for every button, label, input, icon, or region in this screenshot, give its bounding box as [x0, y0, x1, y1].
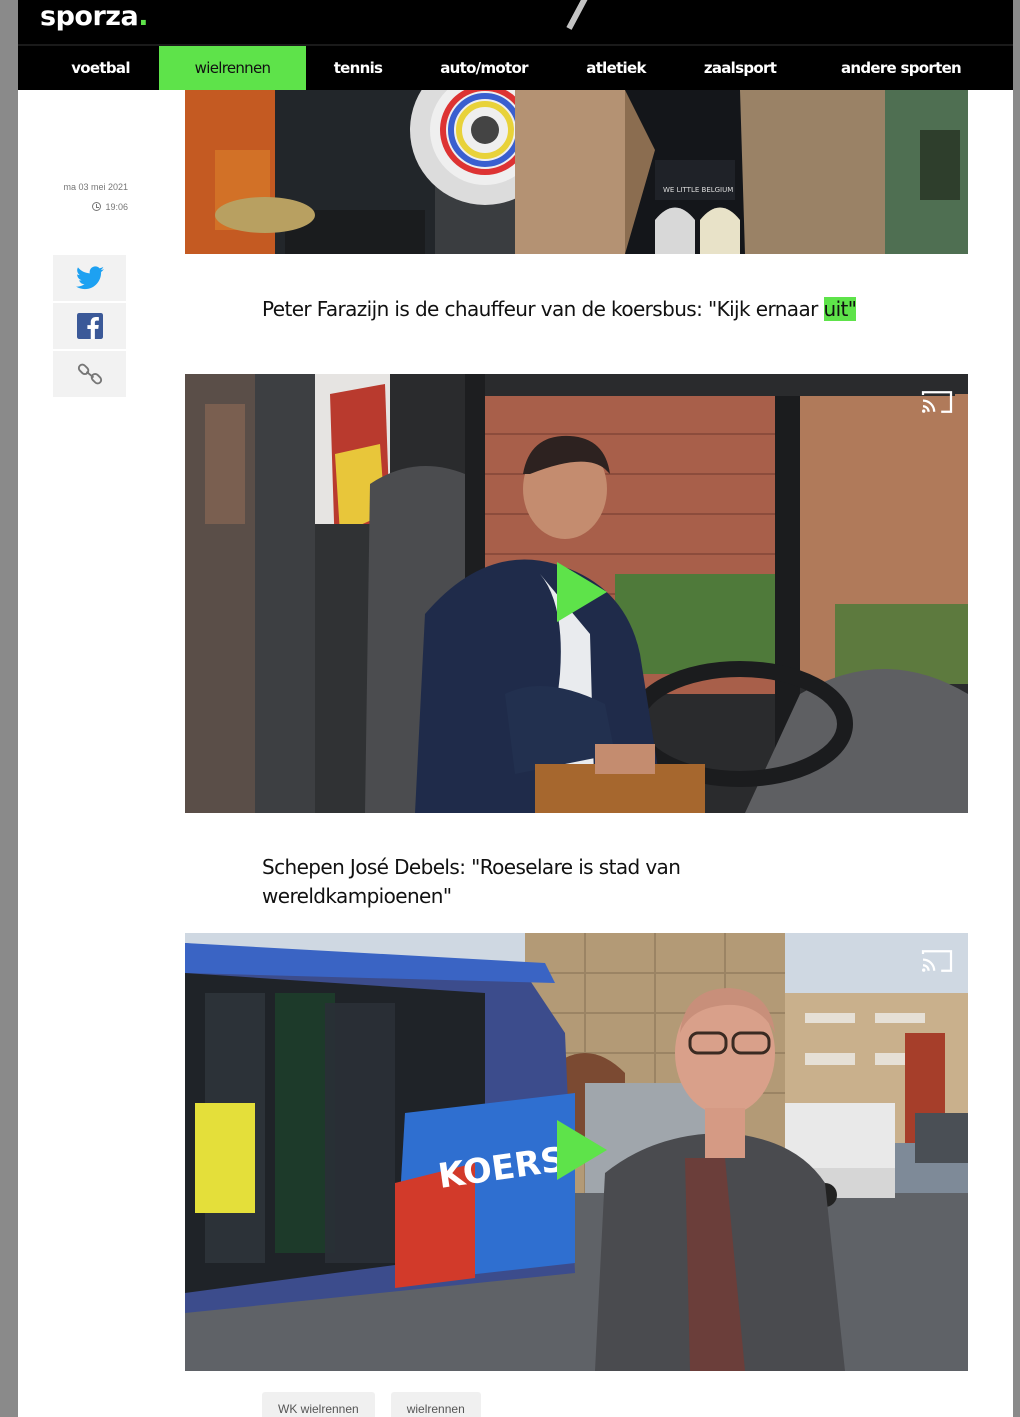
caption-text: Peter Farazijn is de chauffeur van de ko… [262, 297, 824, 321]
article-meta: ma 03 mei 2021 19:06 [18, 180, 128, 214]
logo-dot: . [138, 1, 148, 32]
share-facebook-button[interactable] [53, 303, 126, 351]
header-swoosh-decoration [566, 0, 750, 44]
sporza-logo[interactable]: sporza. [40, 0, 148, 34]
article-time-row: 19:06 [18, 200, 128, 214]
nav-item-andere-sporten[interactable]: andere sporten [806, 46, 996, 90]
video-player-2[interactable]: KOERS [185, 933, 968, 1371]
nav-item-label: wielrennen [194, 59, 271, 77]
twitter-icon [75, 266, 104, 290]
svg-text:WE LITTLE BELGIUM: WE LITTLE BELGIUM [663, 186, 733, 194]
nav-item-voetbal[interactable]: voetbal [33, 46, 168, 90]
link-icon [77, 363, 102, 385]
tag-wk-wielrennen[interactable]: WK wielrennen [262, 1392, 375, 1417]
facebook-icon [76, 313, 103, 339]
video-player-1[interactable] [185, 374, 968, 813]
top-image-scene: WE LITTLE BELGIUM [185, 90, 968, 254]
article-time: 19:06 [105, 202, 128, 212]
nav-item-zaalsport[interactable]: zaalsport [674, 46, 806, 90]
main-nav: voetbal wielrennen tennis auto/motor atl… [18, 44, 1013, 90]
tag-wielrennen[interactable]: wielrennen [390, 1392, 481, 1417]
video-caption-2: Schepen José Debels: "Roeselare is stad … [262, 855, 681, 908]
tag-list: WK wielrennen wielrennen [262, 1392, 481, 1417]
share-bar [53, 255, 126, 399]
logo-text: sporza [40, 1, 139, 32]
nav-item-tennis[interactable]: tennis [306, 46, 410, 90]
site-header: sporza. [18, 0, 1013, 44]
article-image-top: WE LITTLE BELGIUM [185, 90, 968, 254]
nav-item-wielrennen[interactable]: wielrennen [159, 46, 306, 90]
article-date: ma 03 mei 2021 [63, 182, 128, 192]
caption-highlight: uit" [823, 297, 857, 321]
nav-item-auto-motor[interactable]: auto/motor [410, 46, 558, 90]
cast-icon[interactable] [920, 388, 954, 416]
cast-icon[interactable] [920, 947, 954, 975]
play-icon[interactable] [557, 562, 607, 622]
share-twitter-button[interactable] [53, 255, 126, 303]
share-link-button[interactable] [53, 351, 126, 399]
page: sporza. voetbal wielrennen tennis auto/m… [18, 0, 1013, 1417]
video-caption-1: Peter Farazijn is de chauffeur van de ko… [262, 295, 942, 324]
clock-icon [92, 202, 102, 211]
play-icon[interactable] [557, 1120, 607, 1180]
nav-item-atletiek[interactable]: atletiek [558, 46, 674, 90]
